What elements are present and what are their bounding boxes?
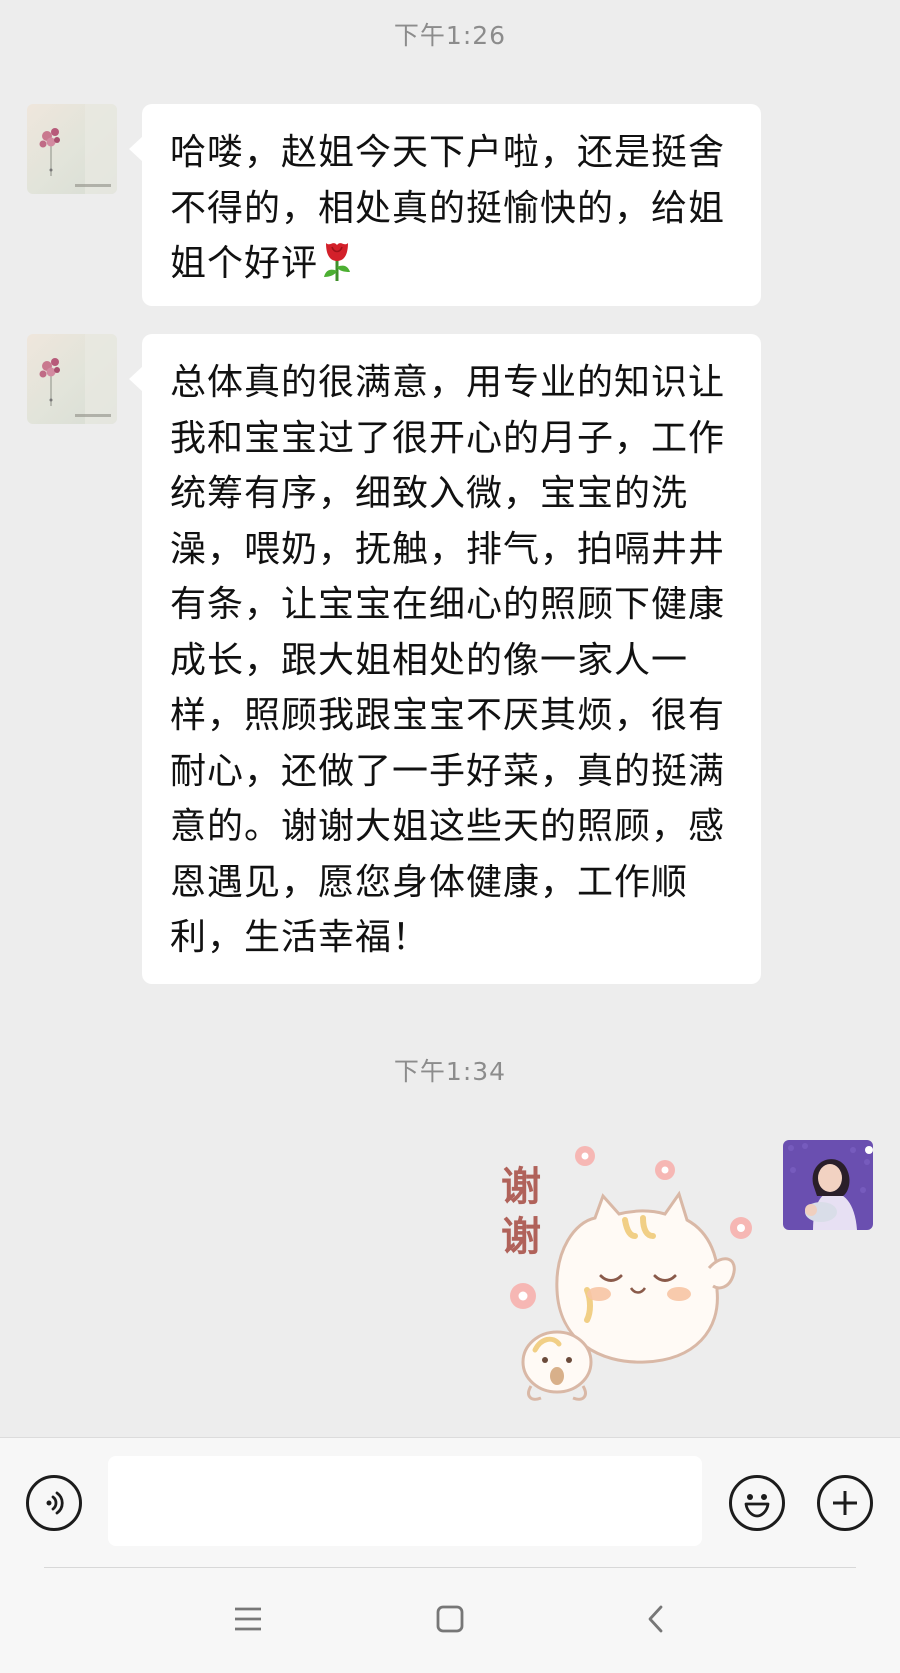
contact-avatar[interactable]	[27, 104, 117, 194]
plus-icon	[833, 1491, 857, 1515]
contact-avatar[interactable]	[27, 334, 117, 424]
voice-button[interactable]	[26, 1475, 82, 1531]
emoji-button[interactable]	[729, 1475, 785, 1531]
input-bar	[0, 1437, 900, 1568]
menu-icon	[235, 1607, 261, 1631]
emoji-smile-icon	[744, 1494, 770, 1518]
thanks-sticker[interactable]: 谢 谢	[495, 1140, 765, 1410]
back-button[interactable]	[616, 1589, 696, 1649]
message-bubble[interactable]: 哈喽，赵姐今天下户啦，还是挺舍不得的，相处真的挺愉快的，给姐姐个好评	[129, 104, 761, 306]
timestamp: 下午1:34	[393, 1057, 507, 1086]
message-bubble[interactable]: 总体真的很满意，用专业的知识让我和宝宝过了很开心的月子，工作统筹有序，细致入微，…	[129, 334, 761, 984]
system-navigation-bar	[0, 1567, 900, 1673]
my-avatar[interactable]	[783, 1140, 873, 1230]
back-chevron-icon	[648, 1605, 663, 1633]
square-home-icon	[436, 1605, 464, 1633]
voice-icon	[46, 1491, 64, 1515]
home-button[interactable]	[410, 1589, 490, 1649]
more-button[interactable]	[817, 1475, 873, 1531]
menu-button[interactable]	[208, 1589, 288, 1649]
message-text: 总体真的很满意，用专业的知识让我和宝宝过了很开心的月子，工作统筹有序，细致入微，…	[170, 362, 726, 958]
nav-divider	[44, 1567, 856, 1568]
chat-screen: 下午1:26 哈喽，赵姐今天下户啦，还是挺舍不得的，相处真的挺愉快的，给姐姐个好…	[0, 0, 900, 1673]
svg-text:谢: 谢	[501, 1214, 541, 1260]
message-text: 哈喽，赵姐今天下户啦，还是挺舍不得的，相处真的挺愉快的，给姐姐个好评	[170, 132, 726, 284]
svg-text:谢: 谢	[501, 1164, 541, 1210]
timestamp: 下午1:26	[393, 21, 507, 50]
rose-emoji-icon	[320, 237, 354, 300]
message-input[interactable]	[108, 1456, 702, 1546]
